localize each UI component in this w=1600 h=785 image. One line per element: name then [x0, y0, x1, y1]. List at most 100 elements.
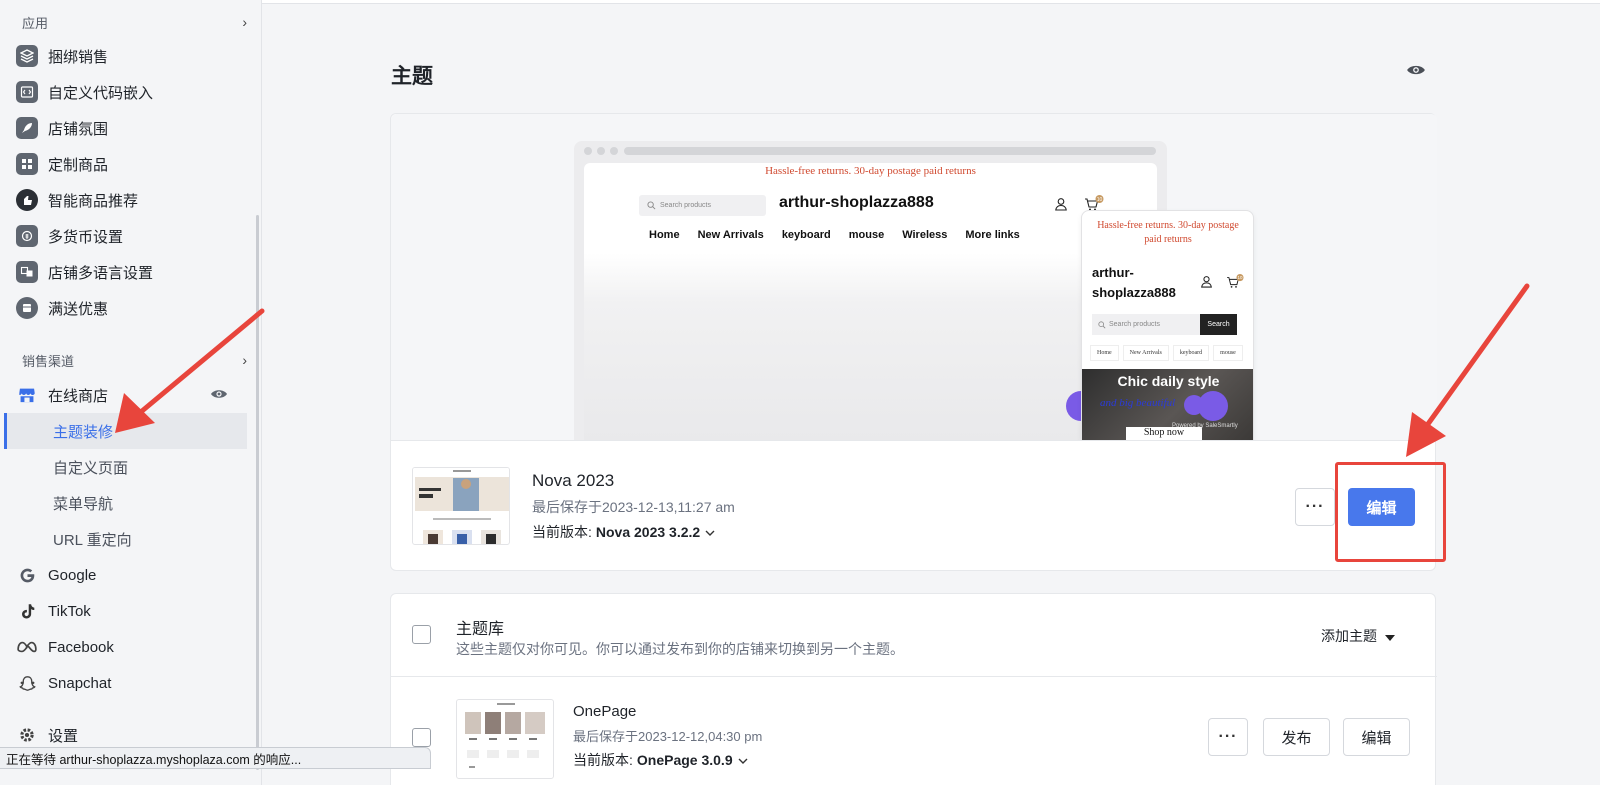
channels-group-header[interactable]: 销售渠道 › [22, 350, 247, 370]
select-all-checkbox[interactable] [412, 625, 431, 644]
theme-row-name: OnePage [573, 703, 637, 720]
library-title: 主题库 [456, 621, 505, 638]
preview-eye-icon[interactable] [1406, 63, 1426, 82]
eye-icon[interactable] [210, 387, 228, 404]
tiktok-icon [16, 600, 38, 622]
code-icon [16, 81, 38, 103]
channels-header-label: 销售渠道 [22, 353, 75, 369]
grid-icon [16, 153, 38, 175]
mobile-nav: Home New Arrivals keyboard mouse [1090, 345, 1243, 361]
sidebar-item-facebook[interactable]: Facebook [16, 630, 248, 664]
sidebar-item-custom-code[interactable]: 自定义代码嵌入 [16, 75, 248, 109]
current-theme-saved: 最后保存于2023-12-13,11:27 am [532, 499, 735, 515]
sidebar-item-snapchat[interactable]: Snapchat [16, 666, 248, 700]
theme-row-thumbnail [456, 699, 554, 779]
sidebar-subitem-url-redirect[interactable]: URL 重定向 [4, 521, 247, 557]
sidebar-item-tiktok[interactable]: TikTok [16, 594, 248, 628]
preview-nav-item: keyboard [781, 229, 831, 241]
preview-nav-item: Wireless [902, 229, 948, 241]
sidebar-item-multi-language[interactable]: 店铺多语言设置 [16, 255, 248, 289]
mobile-search: Search products [1092, 314, 1200, 335]
sidebar-item-label: 多货币设置 [48, 228, 124, 246]
sidebar-item-label: 店铺多语言设置 [48, 264, 154, 282]
sidebar-item-google[interactable]: Google [16, 558, 248, 592]
sidebar-subitem-menu-navigation[interactable]: 菜单导航 [4, 485, 247, 521]
sidebar-item-label: Snapchat [48, 674, 112, 692]
sidebar-item-label: 捆绑销售 [48, 48, 109, 66]
mobile-announcement: Hassle-free returns. 30-day postage paid… [1097, 220, 1239, 245]
preview-nav-item: More links [965, 229, 1020, 241]
theme-row-version[interactable]: 当前版本: OnePage 3.0.9 [573, 750, 749, 770]
window-dots [584, 147, 618, 155]
current-theme-name: Nova 2023 [532, 471, 615, 490]
library-divider [391, 676, 1437, 677]
top-border [262, 0, 1600, 4]
sidebar-item-label: 店铺氛围 [48, 120, 109, 138]
theme-row-saved: 最后保存于2023-12-12,04:30 pm [573, 729, 763, 744]
meta-icon [16, 636, 38, 658]
rocket-icon [16, 117, 38, 139]
sidebar-item-store-atmosphere[interactable]: 店铺氛围 [16, 111, 248, 145]
sidebar-item-label: Google [48, 566, 97, 584]
current-theme-thumbnail [412, 467, 510, 545]
sidebar-item-online-store[interactable]: 在线商店 [16, 378, 248, 412]
theme-row-publish-button[interactable]: 发布 [1263, 718, 1330, 756]
theme-row-checkbox[interactable] [412, 728, 431, 747]
layers-icon [16, 45, 38, 67]
desktop-screen: Hassle-free returns. 30-day postage paid… [584, 163, 1157, 440]
preview-search: Search products [639, 195, 766, 216]
add-theme-dropdown[interactable]: 添加主题 [1321, 626, 1395, 646]
theme-row-edit-button[interactable]: 编辑 [1343, 718, 1410, 756]
svg-text:10: 10 [1238, 275, 1243, 280]
mobile-nav-item: mouse [1213, 345, 1243, 361]
hero-subtitle: and big beautiful [1100, 397, 1176, 409]
currency-icon [16, 225, 38, 247]
sidebar: 应用 › 捆绑销售 自定义代码嵌入 店铺氛围 定制商品 智能商品推荐 多货币设置… [0, 0, 262, 785]
version-label: 当前版本: [573, 752, 633, 768]
mobile-hero: Chic daily style and big beautiful Shop … [1082, 369, 1253, 440]
user-icon [1054, 197, 1068, 216]
preview-nav-item: Home [649, 229, 680, 241]
chevron-down-icon [704, 524, 716, 540]
preview-search-placeholder: Search products [660, 202, 711, 209]
mobile-preview: Hassle-free returns. 30-day postage paid… [1081, 210, 1254, 440]
theme-library-card: 主题库 这些主题仅对你可见。你可以通过发布到你的店铺来切换到另一个主题。 添加主… [390, 593, 1437, 785]
translate-icon [16, 261, 38, 283]
sidebar-item-bundle-sales[interactable]: 捆绑销售 [16, 39, 248, 73]
sidebar-item-smart-recommend[interactable]: 智能商品推荐 [16, 183, 248, 217]
sidebar-subitem-theme-decoration[interactable]: 主题装修 [4, 413, 247, 449]
current-theme-version[interactable]: 当前版本: Nova 2023 3.2.2 [532, 522, 716, 542]
sidebar-item-label: 设置 [48, 727, 79, 745]
current-theme-more-button[interactable]: ··· [1295, 488, 1335, 526]
powered-by: Powered by SaleSmartly [1172, 423, 1238, 429]
snapchat-icon [16, 672, 38, 694]
desktop-preview: Hassle-free returns. 30-day postage paid… [574, 141, 1167, 440]
chevron-right-icon: › [242, 352, 247, 368]
sidebar-item-custom-products[interactable]: 定制商品 [16, 147, 248, 181]
sidebar-item-label: 定制商品 [48, 156, 109, 174]
sidebar-item-label: 满送优惠 [48, 300, 109, 318]
preview-nav-item: New Arrivals [697, 229, 764, 241]
version-label: 当前版本: [532, 524, 592, 540]
sidebar-subitem-custom-pages[interactable]: 自定义页面 [4, 449, 247, 485]
svg-text:10: 10 [1097, 197, 1103, 203]
theme-preview[interactable]: Hassle-free returns. 30-day postage paid… [391, 114, 1437, 441]
version-value: Nova 2023 3.2.2 [595, 524, 701, 540]
sidebar-item-full-gift[interactable]: 满送优惠 [16, 291, 248, 325]
theme-row-more-button[interactable]: ··· [1208, 718, 1248, 756]
sidebar-item-label: TikTok [48, 602, 91, 620]
gift-icon [16, 297, 38, 319]
thumbs-up-icon [16, 189, 38, 211]
sidebar-item-label: Facebook [48, 638, 114, 656]
apps-group-header[interactable]: 应用 › [22, 12, 247, 32]
add-theme-label: 添加主题 [1321, 628, 1377, 644]
mobile-store-name: arthur-shoplazza888 [1092, 265, 1176, 300]
sidebar-item-multi-currency[interactable]: 多货币设置 [16, 219, 248, 253]
chevron-down-icon [737, 752, 749, 768]
store-icon [16, 384, 38, 406]
sidebar-scrollbar[interactable] [256, 215, 259, 770]
gear-icon [16, 724, 38, 746]
caret-down-icon [1385, 628, 1395, 644]
google-icon [16, 564, 38, 586]
hero-button: Shop now [1126, 427, 1202, 440]
